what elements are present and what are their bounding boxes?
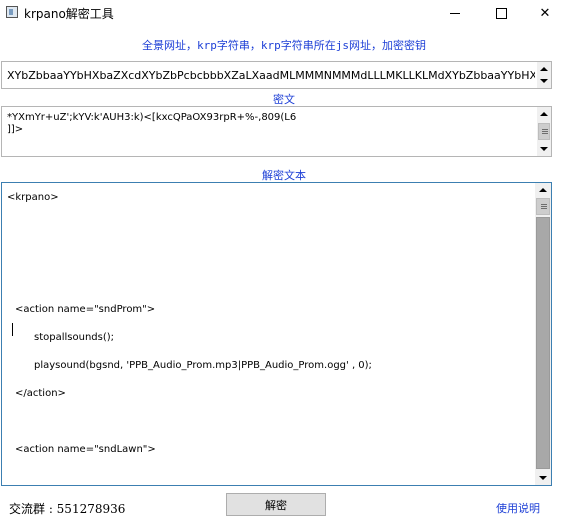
decrypted-textarea[interactable]: <krpano> <action name="sndProm"> stopall… [1,182,552,486]
scroll-up-button[interactable] [537,107,551,121]
grip-line [541,208,547,209]
arrow-down-icon [540,79,548,83]
decrypt-button[interactable]: 解密 [226,493,326,516]
scroll-thumb[interactable] [536,198,550,215]
scroll-down-button[interactable] [537,74,551,88]
maximize-button[interactable] [478,0,524,26]
cipher-textarea[interactable]: *YXmYr+uZ';kYV:k'AUH3:k)<[kxcQPaOX93rpR+… [1,106,552,157]
cipher-scrollbar[interactable] [537,107,551,156]
code-line: stopallsounds(); [34,332,115,343]
url-input-value: XYbZbbaaYYbHXbaZXcdXYbZbPcbcbbbXZaLXaadM… [7,69,535,82]
grip-line [542,133,548,134]
group-number-label: 交流群 : 551278936 [9,502,126,516]
cipher-text: *YXmYr+uZ';kYV:k'AUH3:k)<[kxcQPaOX93rpR+… [7,112,297,135]
scroll-track-fill[interactable] [536,217,550,469]
close-icon: ✕ [539,5,551,21]
arrow-up-icon [540,112,548,116]
help-link[interactable]: 使用说明 [496,500,540,516]
grip-line [541,206,547,207]
text-caret [12,323,13,336]
code-line: <action name="sndProm"> [15,304,156,315]
url-input-scrollbar[interactable] [537,62,551,88]
code-line: playsound(bgsnd, 'PPB_Audio_Prom.mp3|PPB… [34,360,372,371]
scroll-down-button[interactable] [537,142,551,156]
decrypted-scrollbar[interactable] [535,183,551,485]
scroll-thumb[interactable] [538,123,550,140]
close-button[interactable]: ✕ [522,0,568,26]
arrow-down-icon [540,147,548,151]
scroll-up-button[interactable] [535,183,551,197]
maximize-icon [495,7,507,19]
arrow-down-icon [539,476,547,480]
code-line: </action> [15,388,66,399]
app-icon [6,6,18,18]
url-instructions-label: 全景网址，krp字符串，krp字符串所在js网址，加密密钥 [142,39,426,52]
minimize-icon [450,12,460,14]
arrow-up-icon [539,188,547,192]
decrypted-label: 解密文本 [262,169,306,182]
code-line: <action name="sndLawn"> [15,444,156,455]
grip-line [542,129,548,130]
decrypted-content: <krpano> <action name="sndProm"> stopall… [7,190,532,480]
cipher-label: 密文 [273,93,295,106]
window-title: krpano解密工具 [24,7,114,21]
url-input[interactable]: XYbZbbaaYYbHXbaZXcdXYbZbPcbcbbbXZaLXaadM… [1,61,552,89]
grip-line [541,204,547,205]
code-line: <krpano> [7,192,59,203]
title-bar: krpano解密工具 ✕ [0,0,568,26]
minimize-button[interactable] [432,0,478,26]
scroll-down-button[interactable] [535,471,551,485]
grip-line [542,131,548,132]
arrow-up-icon [540,67,548,71]
